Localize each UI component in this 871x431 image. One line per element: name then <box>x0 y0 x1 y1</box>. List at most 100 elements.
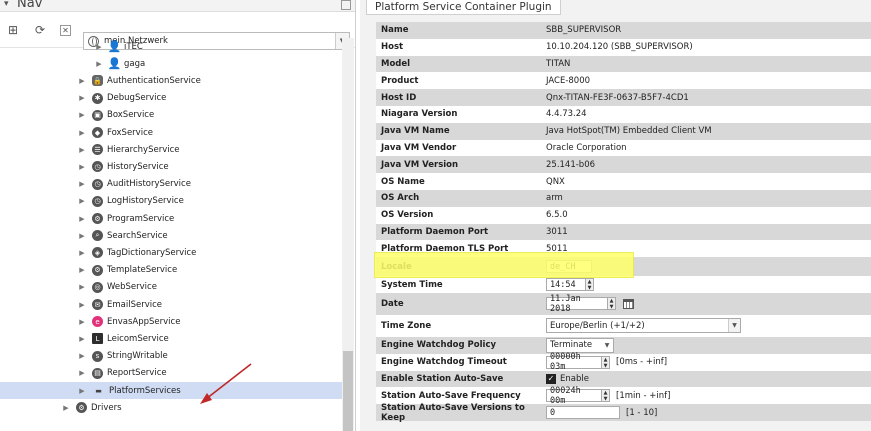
expand-arrow-icon[interactable]: ▶ <box>78 215 86 223</box>
expand-arrow-icon[interactable]: ▶ <box>78 335 86 343</box>
property-row-product: Product JACE-8000 <box>376 72 871 90</box>
system-time-field[interactable]: 14:54 <box>546 278 586 292</box>
expand-arrow-icon[interactable]: ▶ <box>78 318 86 326</box>
property-value: 11.Jan 2018 ▲ ▼ <box>546 294 634 314</box>
expand-arrow-icon[interactable]: ▶ <box>95 43 103 51</box>
tree-item-loghistoryservice[interactable]: ▶ ◷ LogHistoryService <box>0 193 342 210</box>
expand-arrow-icon[interactable]: ▶ <box>78 111 86 119</box>
autosave-versions-field[interactable]: 0 <box>546 406 620 420</box>
property-key: Name <box>381 25 409 36</box>
property-key: Java VM Version <box>381 159 459 170</box>
property-row-os-version: OS Version 6.5.0 <box>376 206 871 224</box>
expand-arrow-icon[interactable]: ▶ <box>62 404 70 412</box>
tree-icon[interactable]: ⊞ <box>6 23 20 37</box>
scroll-thumb[interactable] <box>343 351 353 431</box>
tree-item-audithistoryservice[interactable]: ▶ ◷ AuditHistoryService <box>0 176 342 193</box>
tree-item-boxservice[interactable]: ▶ ▣ BoxService <box>0 107 342 124</box>
expand-arrow-icon[interactable]: ▶ <box>95 60 103 68</box>
expand-arrow-icon[interactable]: ▶ <box>78 94 86 102</box>
expand-arrow-icon[interactable]: ▶ <box>78 77 86 85</box>
spinner-icon[interactable]: ▲ ▼ <box>608 297 616 311</box>
property-key: Product <box>381 75 419 86</box>
chevron-down-icon[interactable]: ▼ <box>728 319 740 333</box>
property-row-platform-daemon-port: Platform Daemon Port 3011 <box>376 223 871 241</box>
property-value: 0 [1 - 10] <box>546 406 657 420</box>
tree-item-stringwritable[interactable]: ▶ s StringWritable <box>0 348 342 365</box>
tree-item-drivers[interactable]: ▶ ⚙ Drivers <box>0 399 342 416</box>
property-key: Engine Watchdog Timeout <box>381 357 507 368</box>
property-value: 4.4.73.24 <box>546 109 587 120</box>
refresh-icon[interactable]: ⟳ <box>33 23 47 37</box>
property-row-host-id: Host ID Qnx-TITAN-FE3F-0637-B5F7-4CD1 <box>376 89 871 106</box>
tree-item-foxservice[interactable]: ▶ ◆ FoxService <box>0 124 342 141</box>
date-field[interactable]: 11.Jan 2018 <box>546 294 608 314</box>
property-row-system-time: System Time 14:54 ▲ ▼ <box>376 276 871 293</box>
expand-arrow-icon[interactable]: ▶ <box>78 387 86 395</box>
autosave-frequency-field[interactable]: 00024h 00m <box>546 386 602 406</box>
property-value: 00024h 00m ▲ ▼ [1min - +inf] <box>546 386 670 406</box>
tree-item-hierarchyservice[interactable]: ▶ ☰ HierarchyService <box>0 141 342 158</box>
restore-icon[interactable] <box>341 0 351 10</box>
tree-item-webservice[interactable]: ▶ ◎ WebService <box>0 279 342 296</box>
tree-item-debugservice[interactable]: ▶ ✱ DebugService <box>0 90 342 107</box>
property-value: arm <box>546 193 563 204</box>
tree-item-authenticationservice[interactable]: ▶ 🔒 AuthenticationService <box>0 72 342 89</box>
nav-pane: ▾ Nav ⊞ ⟳ ✕ mein Netzwerk ▼ ▶👤iTEC▶👤gaga… <box>0 0 356 431</box>
tree-item-label: EnvasAppService <box>107 316 181 327</box>
annotation-arrow-icon <box>200 363 252 404</box>
property-key: Host ID <box>381 92 417 103</box>
tree-item-gaga[interactable]: ▶ 👤 gaga <box>0 55 342 72</box>
tree-item-emailservice[interactable]: ▶ ✉ EmailService <box>0 296 342 313</box>
tree-item-searchservice[interactable]: ▶ ⌕ SearchService <box>0 227 342 244</box>
chevron-down-icon[interactable]: ▼ <box>601 338 613 352</box>
expand-arrow-icon[interactable]: ▶ <box>78 369 86 377</box>
property-row-java-vm-version: Java VM Version 25.141-b06 <box>376 156 871 174</box>
expand-arrow-icon[interactable]: ▶ <box>78 301 86 309</box>
time-zone-select[interactable]: Europe/Berlin (+1/+2) ▼ <box>546 318 741 334</box>
tree-item-programservice[interactable]: ▶ ⚙ ProgramService <box>0 210 342 227</box>
tree-item-envasappservice[interactable]: ▶ e EnvasAppService <box>0 313 342 330</box>
expand-arrow-icon[interactable]: ▶ <box>78 163 86 171</box>
expand-arrow-icon[interactable]: ▶ <box>78 146 86 154</box>
spinner-icon[interactable]: ▲ ▼ <box>602 389 610 403</box>
tree-item-leicomservice[interactable]: ▶ L LeicomService <box>0 330 342 347</box>
tree-item-templateservice[interactable]: ▶ ⚙ TemplateService <box>0 262 342 279</box>
watchdog-policy-select[interactable]: Terminate ▼ <box>546 337 614 353</box>
autosave-checkbox[interactable]: ✓ <box>546 373 556 384</box>
close-icon[interactable]: ✕ <box>60 25 71 36</box>
tree-item-historyservice[interactable]: ▶ ◷ HistoryService <box>0 158 342 175</box>
property-row-os-name: OS Name QNX <box>376 173 871 190</box>
watchdog-timeout-field[interactable]: 00000h 03m <box>546 352 602 372</box>
property-row-autosave-versions: Station Auto-Save Versions to Keep 0 [1 - … <box>376 403 871 423</box>
property-value: TITAN <box>546 58 571 69</box>
tree-item-label: AuditHistoryService <box>107 179 191 190</box>
tree-item-reportservice[interactable]: ▶ ▤ ReportService <box>0 365 342 382</box>
expand-arrow-icon[interactable]: ▶ <box>78 352 86 360</box>
tag-icon: ◈ <box>92 247 103 259</box>
expand-arrow-icon[interactable]: ▶ <box>78 266 86 274</box>
tree-item-label: WebService <box>107 282 157 293</box>
spinner-icon[interactable]: ▲ ▼ <box>602 355 610 369</box>
expand-arrow-icon[interactable]: ▶ <box>78 249 86 257</box>
tree-item-platformservices[interactable]: ▶ ▬ PlatformServices <box>0 382 342 399</box>
expand-arrow-icon[interactable]: ▶ <box>78 129 86 137</box>
tab-platform-service-container-plugin[interactable]: Platform Service Container Plugin <box>366 0 561 15</box>
calendar-icon[interactable] <box>623 298 634 309</box>
expand-arrow-icon[interactable]: ▶ <box>78 232 86 240</box>
tree-item-label: ProgramService <box>107 213 175 224</box>
collapse-icon[interactable]: ▾ <box>4 0 9 9</box>
property-key: Date <box>381 298 404 309</box>
property-value: 10.10.204.120 (SBB_SUPERVISOR) <box>546 42 693 53</box>
program-icon: ⚙ <box>92 213 103 224</box>
tree-item-label: StringWritable <box>107 351 168 362</box>
spinner-icon[interactable]: ▲ ▼ <box>586 278 594 292</box>
nav-scrollbar[interactable] <box>342 38 354 431</box>
tree-item-itec[interactable]: ▶ 👤 iTEC <box>0 38 342 55</box>
property-value: 6.5.0 <box>546 210 568 221</box>
tree-item-tagdictionaryservice[interactable]: ▶ ◈ TagDictionaryService <box>0 244 342 261</box>
expand-arrow-icon[interactable]: ▶ <box>78 180 86 188</box>
expand-arrow-icon[interactable]: ▶ <box>78 197 86 205</box>
expand-arrow-icon[interactable]: ▶ <box>78 283 86 291</box>
property-key: OS Name <box>381 176 425 187</box>
log-icon: ◷ <box>92 195 103 207</box>
